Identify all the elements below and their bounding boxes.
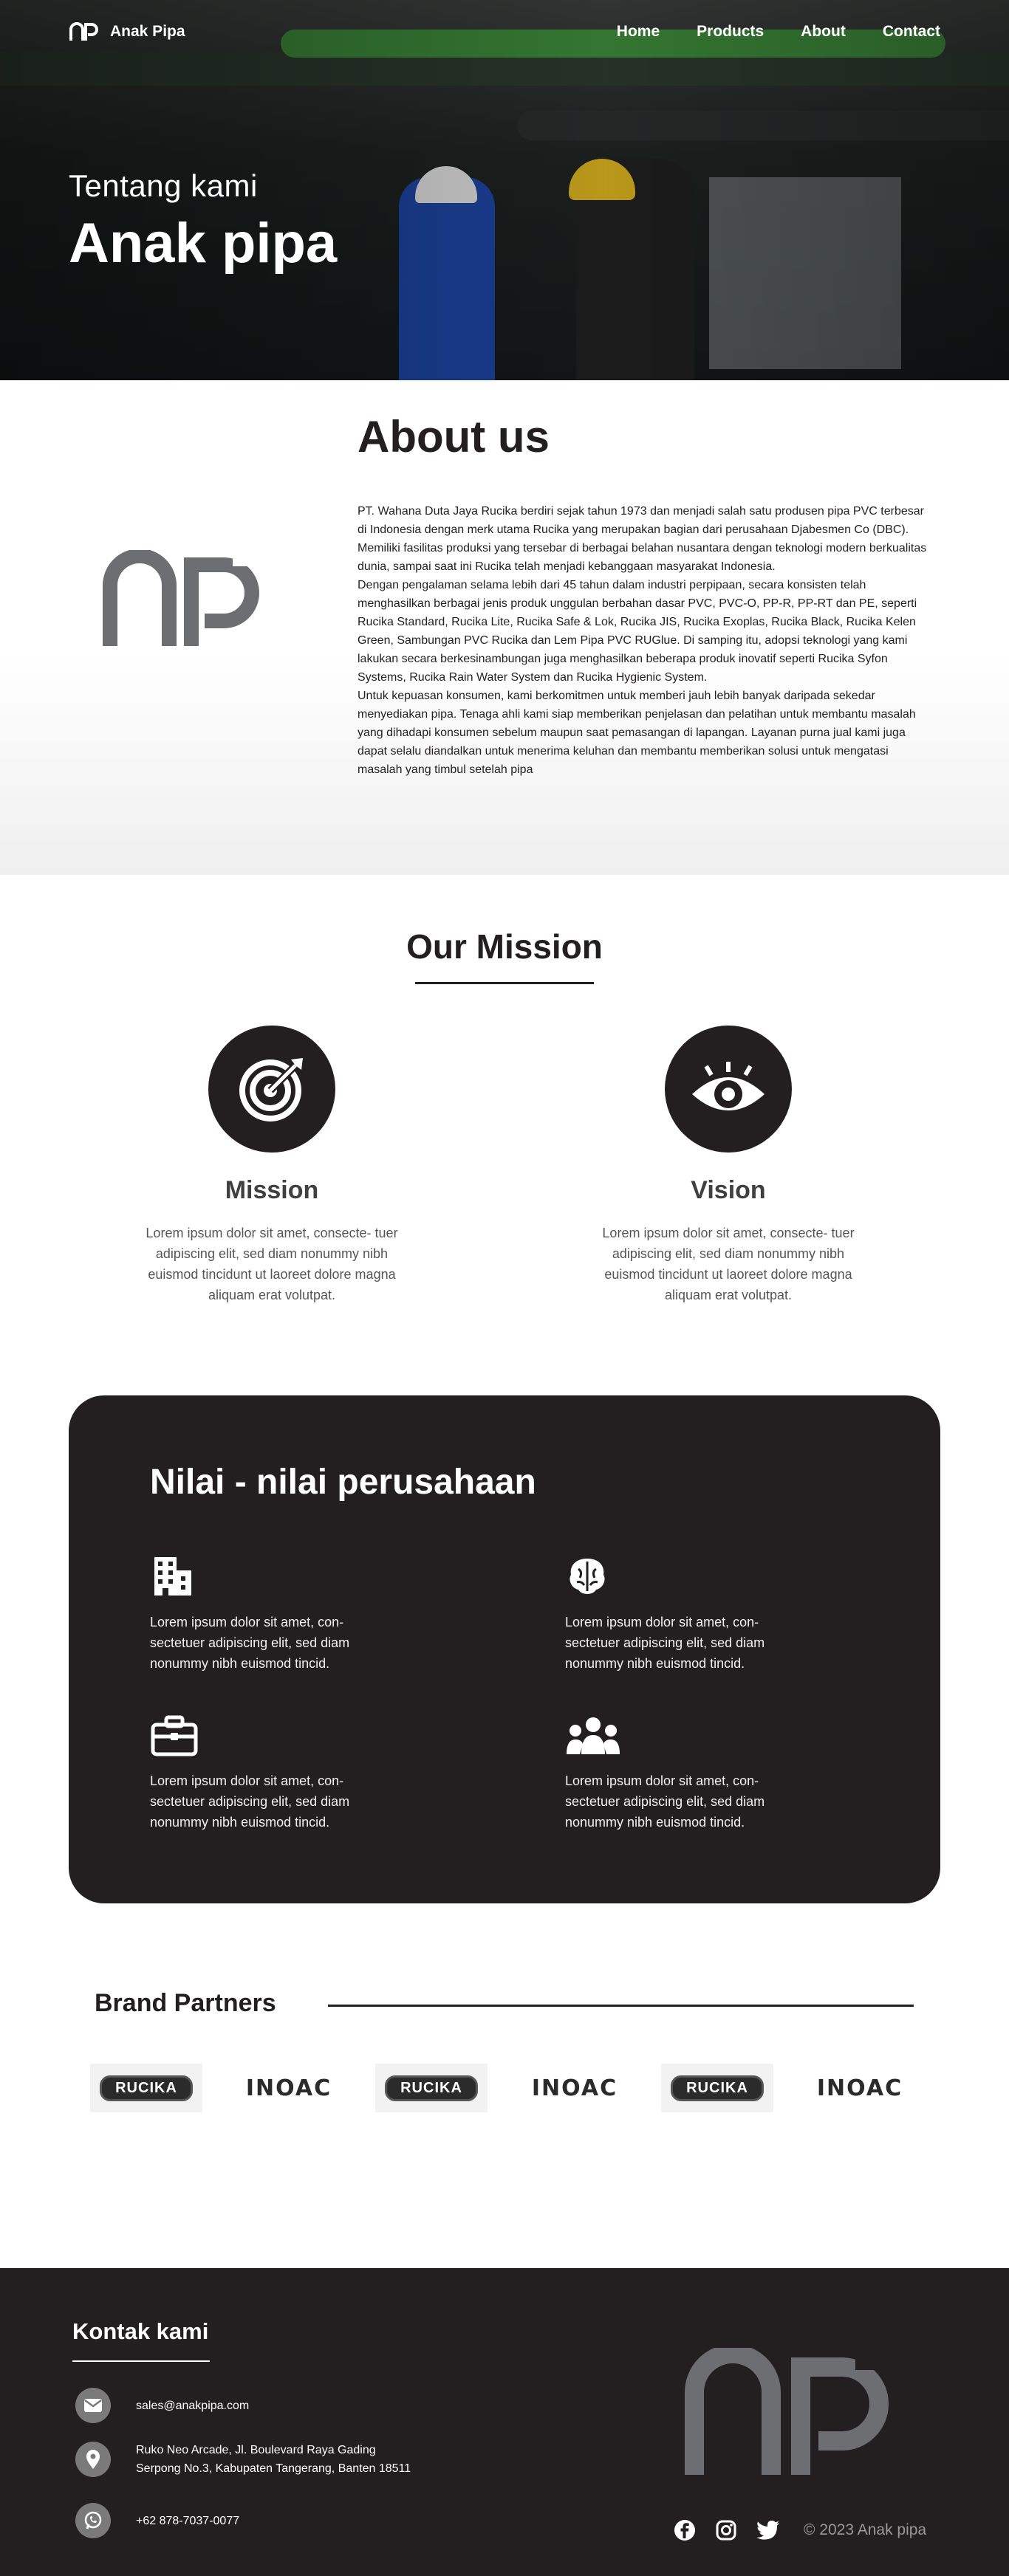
mission-text: Lorem ipsum dolor sit amet, consecte- tu… bbox=[146, 1226, 398, 1302]
brain-icon bbox=[570, 1559, 605, 1594]
hero-banner: Anak Pipa Home Products About Contact Te… bbox=[0, 0, 1009, 380]
building-icon bbox=[154, 1557, 191, 1596]
partner-logo-inoac: INOAC bbox=[816, 2075, 903, 2101]
target-icon bbox=[239, 1058, 303, 1122]
about-paragraph: Untuk kepuasan konsumen, kami berkomitme… bbox=[358, 690, 916, 776]
company-values-card: Nilai - nilai perusahaan Lorem ipsum dol… bbox=[69, 1395, 940, 1903]
value-item: Lorem ipsum dolor sit amet, con- sectetu… bbox=[150, 1713, 401, 1833]
address-line-2: Serpong No.3, Kabupaten Tangerang, Bante… bbox=[136, 2462, 411, 2475]
footer-logo-icon bbox=[685, 2348, 889, 2475]
value-text: Lorem ipsum dolor sit amet, con- sectetu… bbox=[150, 1773, 350, 1830]
instagram-icon[interactable] bbox=[715, 2519, 737, 2541]
social-links: © 2023 Anak pipa bbox=[674, 2519, 926, 2541]
value-item: Lorem ipsum dolor sit amet, con- sectetu… bbox=[565, 1554, 816, 1674]
value-text: Lorem ipsum dolor sit amet, con- sectetu… bbox=[150, 1615, 350, 1671]
about-paragraph: PT. Wahana Duta Jaya Rucika berdiri seja… bbox=[358, 505, 927, 573]
mission-section: Our Mission Mission Lorem ipsum dolor si… bbox=[0, 875, 1009, 1396]
rucika-wordmark: RUCIKA bbox=[385, 2075, 478, 2101]
value-item: Lorem ipsum dolor sit amet, con- sectetu… bbox=[565, 1713, 816, 1833]
about-paragraph: Dengan pengalaman selama lebih dari 45 t… bbox=[358, 579, 917, 684]
briefcase-icon bbox=[151, 1715, 198, 1756]
mail-icon bbox=[84, 2399, 102, 2412]
top-navbar: Anak Pipa Home Products About Contact bbox=[0, 0, 1009, 63]
mission-icon-circle bbox=[208, 1026, 335, 1153]
whatsapp-icon-circle bbox=[75, 2503, 111, 2538]
about-heading: About us bbox=[358, 412, 550, 461]
partners-divider bbox=[328, 2005, 914, 2007]
location-icon-circle bbox=[75, 2442, 111, 2477]
rucika-wordmark: RUCIKA bbox=[100, 2075, 193, 2101]
footer: Kontak kami sales@anakpipa.com Ruko Neo … bbox=[0, 2268, 1009, 2576]
footer-heading: Kontak kami bbox=[72, 2318, 209, 2344]
mission-card: Mission Lorem ipsum dolor sit amet, cons… bbox=[131, 1026, 412, 1305]
nav-products-link[interactable]: Products bbox=[697, 23, 764, 41]
mission-heading: Our Mission bbox=[406, 927, 603, 966]
partner-logo-rucika: RUCIKA bbox=[661, 2064, 773, 2112]
mission-title: Mission bbox=[225, 1176, 319, 1204]
value-text: Lorem ipsum dolor sit amet, con- sectetu… bbox=[565, 1773, 765, 1830]
value-text: Lorem ipsum dolor sit amet, con- sectetu… bbox=[565, 1615, 765, 1671]
email-icon-circle bbox=[75, 2388, 111, 2423]
value-icon-wrapper bbox=[150, 1713, 401, 1757]
company-logo-icon bbox=[103, 550, 259, 646]
address-block: Ruko Neo Arcade, Jl. Boulevard Raya Gadi… bbox=[136, 2441, 411, 2478]
hero-title: Anak pipa bbox=[69, 212, 338, 275]
brand-name: Anak Pipa bbox=[110, 22, 185, 40]
partner-logo-rucika: RUCIKA bbox=[375, 2064, 488, 2112]
partners-heading: Brand Partners bbox=[95, 1989, 276, 2017]
copyright-text: © 2023 Anak pipa bbox=[804, 2521, 927, 2538]
value-icon-wrapper bbox=[150, 1554, 401, 1598]
partner-logos: RUCIKA INOAC RUCIKA INOAC RUCIKA INOAC bbox=[90, 2064, 914, 2112]
location-pin-icon bbox=[86, 2450, 100, 2469]
value-icon-wrapper bbox=[565, 1713, 816, 1757]
partner-logo-rucika: RUCIKA bbox=[90, 2064, 202, 2112]
value-icon-wrapper bbox=[565, 1554, 816, 1598]
partner-logo-inoac: INOAC bbox=[245, 2075, 332, 2101]
email-text: sales@anakpipa.com bbox=[136, 2399, 250, 2412]
vision-text: Lorem ipsum dolor sit amet, consecte- tu… bbox=[602, 1226, 855, 1302]
twitter-icon[interactable] bbox=[756, 2520, 780, 2541]
contact-email[interactable]: sales@anakpipa.com bbox=[75, 2388, 249, 2423]
nav-links: Home Products About Contact bbox=[617, 23, 940, 41]
address-line-1: Ruko Neo Arcade, Jl. Boulevard Raya Gadi… bbox=[136, 2444, 376, 2456]
footer-divider bbox=[72, 2360, 210, 2362]
about-body: PT. Wahana Duta Jaya Rucika berdiri seja… bbox=[358, 502, 935, 779]
rucika-wordmark: RUCIKA bbox=[671, 2075, 764, 2101]
hero-subtitle: Tentang kami bbox=[69, 168, 258, 203]
values-heading: Nilai - nilai perusahaan bbox=[150, 1463, 536, 1502]
eye-icon bbox=[692, 1062, 765, 1110]
about-section: About us PT. Wahana Duta Jaya Rucika ber… bbox=[0, 380, 1009, 875]
contact-address: Ruko Neo Arcade, Jl. Boulevard Raya Gadi… bbox=[75, 2441, 411, 2478]
vision-icon-circle bbox=[665, 1026, 792, 1153]
brand-logo-icon bbox=[69, 21, 98, 41]
nav-about-link[interactable]: About bbox=[801, 23, 846, 41]
brand[interactable]: Anak Pipa bbox=[69, 21, 185, 42]
mission-divider bbox=[415, 982, 594, 984]
contact-phone[interactable]: +62 878-7037-0077 bbox=[75, 2503, 239, 2538]
facebook-icon[interactable] bbox=[674, 2519, 696, 2541]
value-item: Lorem ipsum dolor sit amet, con- sectetu… bbox=[150, 1554, 401, 1674]
vision-title: Vision bbox=[691, 1176, 766, 1204]
nav-home-link[interactable]: Home bbox=[617, 23, 660, 41]
partner-logo-inoac: INOAC bbox=[531, 2075, 618, 2101]
nav-contact-link[interactable]: Contact bbox=[883, 23, 940, 41]
phone-text: +62 878-7037-0077 bbox=[136, 2514, 240, 2527]
vision-card: Vision Lorem ipsum dolor sit amet, conse… bbox=[588, 1026, 869, 1305]
team-icon bbox=[567, 1717, 620, 1754]
whatsapp-icon bbox=[84, 2511, 102, 2529]
hero-text: Tentang kami Anak pipa bbox=[69, 168, 337, 275]
